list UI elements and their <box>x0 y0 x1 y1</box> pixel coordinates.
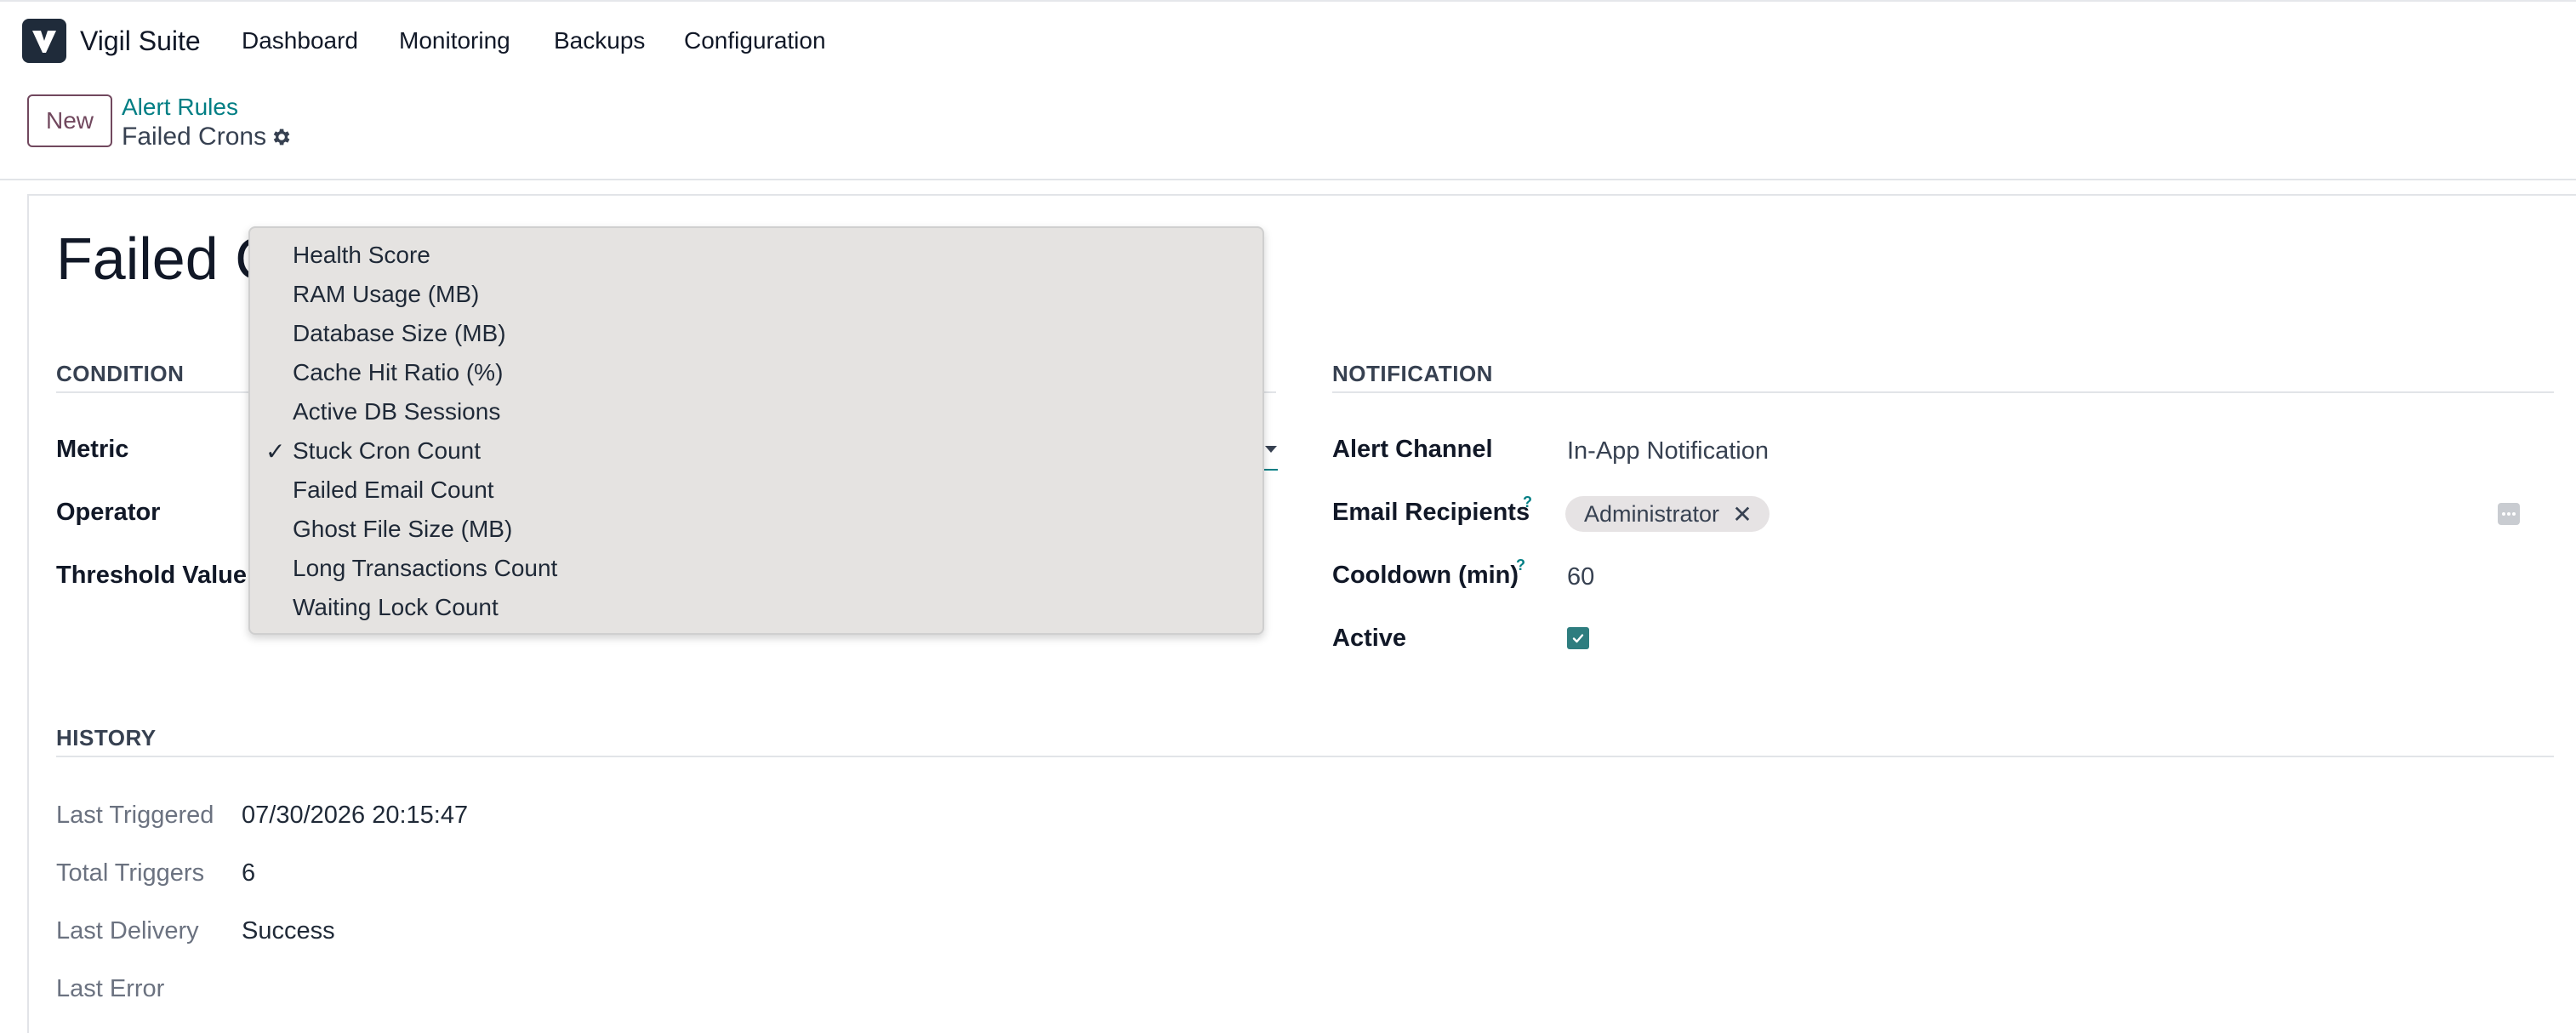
more-options-icon[interactable] <box>2498 503 2520 525</box>
dropdown-option[interactable]: Active DB Sessions <box>293 398 500 425</box>
operator-label: Operator <box>56 499 161 526</box>
section-title-history: HISTORY <box>56 725 157 750</box>
dropdown-option[interactable]: Health Score <box>293 242 430 269</box>
last-delivery-label: Last Delivery <box>56 917 199 945</box>
top-navbar: Vigil Suite Dashboard Monitoring Backups… <box>0 0 2576 83</box>
dropdown-option[interactable]: Failed Email Count <box>293 477 494 504</box>
dropdown-option[interactable]: Long Transactions Count <box>293 555 557 582</box>
dropdown-option[interactable]: Database Size (MB) <box>293 320 506 347</box>
last-error-label: Last Error <box>56 975 165 1002</box>
section-divider-history <box>56 756 2554 757</box>
help-icon[interactable]: ? <box>1523 494 1532 511</box>
breadcrumb-alert-rules[interactable]: Alert Rules <box>122 94 238 121</box>
dropdown-option[interactable]: Waiting Lock Count <box>293 594 499 621</box>
dropdown-option[interactable]: RAM Usage (MB) <box>293 281 479 308</box>
threshold-label: Threshold Value <box>56 562 247 589</box>
alert-channel-label: Alert Channel <box>1332 436 1493 463</box>
dropdown-option[interactable]: Ghost File Size (MB) <box>293 516 512 543</box>
email-recipients-label: Email Recipients <box>1332 499 1530 526</box>
vigil-logo-icon[interactable] <box>22 19 66 63</box>
section-divider-notification <box>1332 391 2554 393</box>
nav-item-backups[interactable]: Backups <box>554 27 645 54</box>
nav-item-configuration[interactable]: Configuration <box>684 27 826 54</box>
chevron-down-icon[interactable] <box>1265 446 1277 453</box>
new-button[interactable]: New <box>27 94 112 147</box>
active-label: Active <box>1332 625 1407 652</box>
total-triggers-label: Total Triggers <box>56 859 205 887</box>
header-divider <box>0 179 2576 180</box>
breadcrumb-current: Failed Crons <box>122 123 267 151</box>
last-triggered-value: 07/30/2026 20:15:47 <box>242 802 469 829</box>
nav-item-dashboard[interactable]: Dashboard <box>242 27 358 54</box>
recipient-tag-label: Administrator <box>1584 500 1720 527</box>
active-checkbox[interactable] <box>1567 627 1589 649</box>
cooldown-input[interactable]: 60 <box>1567 563 1594 591</box>
metric-dropdown: Health Score RAM Usage (MB) Database Siz… <box>248 226 1264 635</box>
app-title[interactable]: Vigil Suite <box>80 26 201 57</box>
remove-tag-icon[interactable]: ✕ <box>1729 496 1756 532</box>
total-triggers-value: 6 <box>242 859 256 887</box>
section-title-condition: CONDITION <box>56 361 185 386</box>
nav-item-monitoring[interactable]: Monitoring <box>399 27 510 54</box>
alert-channel-select[interactable]: In-App Notification <box>1567 437 1769 465</box>
cooldown-label: Cooldown (min) <box>1332 562 1519 589</box>
section-title-notification: NOTIFICATION <box>1332 361 1493 386</box>
check-icon: ✓ <box>265 438 286 465</box>
last-triggered-label: Last Triggered <box>56 802 214 829</box>
dropdown-option[interactable]: Cache Hit Ratio (%) <box>293 359 503 386</box>
dropdown-option-selected[interactable]: Stuck Cron Count <box>293 437 481 465</box>
last-delivery-value: Success <box>242 917 335 945</box>
gear-icon[interactable] <box>270 126 292 148</box>
help-icon[interactable]: ? <box>1516 556 1525 574</box>
record-title[interactable]: Failed C <box>56 225 278 293</box>
metric-label: Metric <box>56 436 129 463</box>
